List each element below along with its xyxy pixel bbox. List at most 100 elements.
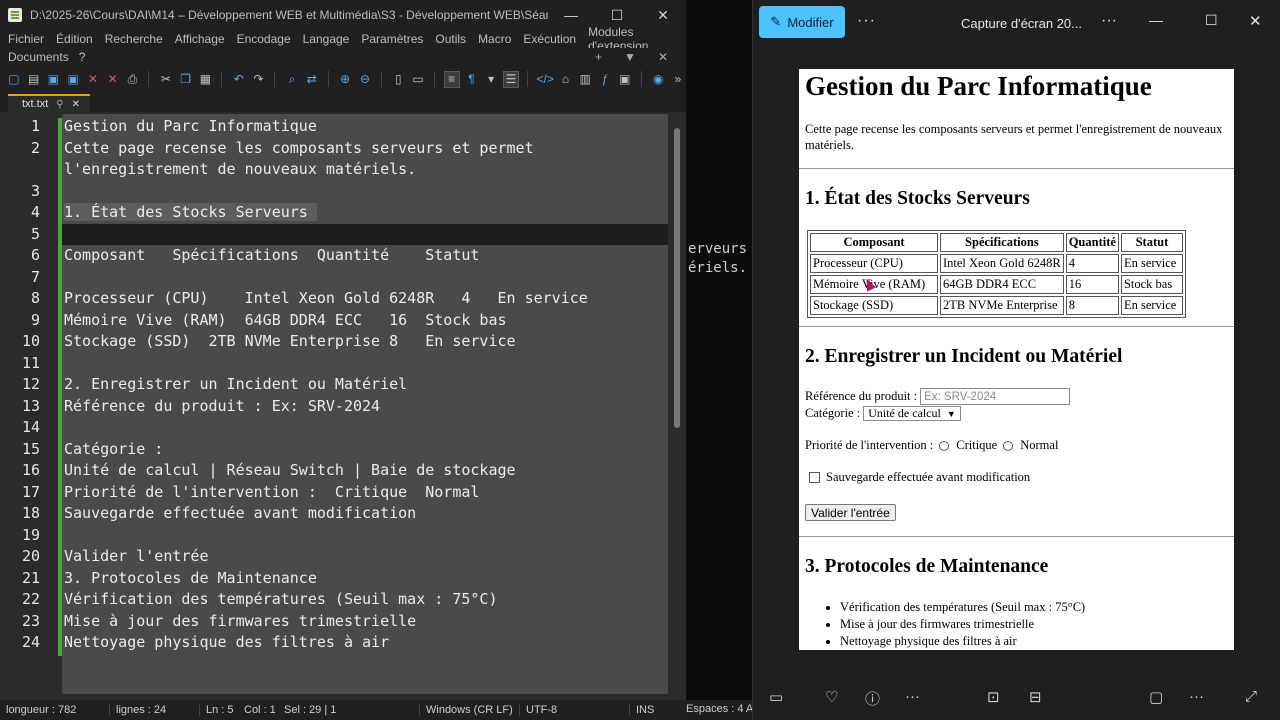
menu-recherche[interactable]: Recherche — [105, 32, 163, 46]
indent-guide-icon[interactable]: ☰ — [503, 70, 519, 88]
indent-dropdown-icon[interactable]: ▾ — [483, 71, 499, 88]
visual-search-icon[interactable]: ⊡ — [987, 688, 1000, 706]
table-header: Statut — [1120, 233, 1183, 252]
menu-outils[interactable]: Outils — [435, 32, 466, 46]
code-area[interactable]: Gestion du Parc Informatique Cette page r… — [62, 114, 668, 694]
toolbar-overflow-icon[interactable]: » — [670, 71, 686, 88]
maximize-button[interactable]: ☐ — [594, 7, 640, 24]
submit-button[interactable]: Valider l'entrée — [805, 504, 896, 521]
ref-field-row: Référence du produit : Ex: SRV-2024 — [805, 388, 1071, 405]
backup-checkbox[interactable] — [809, 472, 820, 483]
viewer-title: Capture d'écran 20... — [961, 16, 1082, 31]
new-file-icon[interactable]: ▢ — [6, 71, 22, 88]
paste-icon[interactable]: ▦ — [198, 71, 214, 88]
close-file-icon[interactable]: ✕ — [85, 71, 101, 88]
category-select[interactable]: Unité de calcul ▼ — [863, 406, 961, 421]
reference-input[interactable]: Ex: SRV-2024 — [920, 388, 1071, 405]
toolbar-separator — [274, 71, 280, 87]
close-doc-icon[interactable]: ✕ — [658, 50, 668, 64]
sync-horizontal-icon[interactable]: ▭ — [410, 71, 426, 88]
vertical-scrollbar[interactable] — [670, 114, 686, 694]
find-icon[interactable]: ⌕ — [284, 71, 300, 88]
line-number: 21 — [21, 568, 40, 587]
radio-critique[interactable] — [939, 440, 950, 451]
fullscreen-icon[interactable]: ⤢ — [1245, 688, 1257, 705]
notepad-title-bar: D:\2025-26\Cours\DAI\M14 – Développement… — [0, 0, 686, 30]
sync-vertical-icon[interactable]: ▯ — [390, 71, 406, 88]
menu-langage[interactable]: Langage — [303, 32, 350, 46]
table-header: Composant — [810, 233, 938, 252]
more-options-icon[interactable]: ··· — [857, 12, 876, 30]
save-icon[interactable]: ▣ — [46, 71, 62, 88]
menu-edition[interactable]: Édition — [56, 32, 93, 46]
menu-documents[interactable]: Documents — [8, 50, 69, 64]
line-number: 20 — [21, 547, 40, 565]
viewer-close-button[interactable]: ✕ — [1249, 12, 1262, 30]
minimize-button[interactable]: — — [548, 7, 594, 23]
text-extract-icon[interactable]: ⊟ — [1029, 688, 1042, 706]
divider — [799, 326, 1234, 327]
bottom-more-icon[interactable]: ··· — [905, 688, 920, 705]
cut-icon[interactable]: ✂ — [158, 71, 174, 88]
record-macro-icon[interactable]: ◉ — [650, 71, 666, 88]
scrollbar-thumb[interactable] — [674, 128, 680, 428]
zoom-more-icon[interactable]: ··· — [1189, 688, 1204, 705]
menu-help[interactable]: ? — [79, 50, 86, 64]
favorite-icon[interactable]: ♡ — [825, 688, 838, 706]
status-encoding[interactable]: UTF-8 — [520, 704, 630, 716]
copy-icon[interactable]: ❐ — [178, 71, 194, 88]
line-number: 11 — [21, 353, 40, 372]
status-eol[interactable]: Windows (CR LF) — [420, 704, 520, 716]
folder-workspace-icon[interactable]: ▥ — [577, 71, 593, 88]
monitor-icon[interactable]: ▣ — [617, 71, 633, 88]
undo-icon[interactable]: ↶ — [231, 71, 247, 88]
save-all-icon[interactable]: ▣ — [65, 71, 81, 88]
status-mode: INS — [636, 704, 655, 716]
line-number: 5 — [30, 224, 40, 243]
zoom-in-icon[interactable]: ⊕ — [337, 71, 353, 88]
viewer-maximize-button[interactable]: ☐ — [1205, 12, 1218, 29]
menu-execution[interactable]: Exécution — [523, 32, 576, 46]
title-more-icon[interactable]: ··· — [1101, 12, 1117, 30]
line-number: 19 — [21, 525, 40, 544]
fit-window-icon[interactable]: ▢ — [1149, 688, 1163, 706]
page-title: Gestion du Parc Informatique — [805, 71, 1152, 101]
doc-map-icon[interactable]: ⌂ — [558, 71, 574, 88]
close-button[interactable]: ✕ — [640, 7, 686, 24]
open-file-icon[interactable]: ▤ — [26, 71, 42, 88]
menu-affichage[interactable]: Affichage — [175, 32, 225, 46]
pin-icon[interactable]: ⚲ — [56, 99, 63, 110]
code-line: Référence du produit : Ex: SRV-2024 — [64, 396, 381, 415]
line-number: 10 — [21, 332, 40, 350]
function-list-icon[interactable]: ƒ — [597, 71, 613, 88]
new-tab-icon[interactable]: + — [595, 50, 602, 64]
info-icon[interactable]: ⓘ — [865, 688, 880, 709]
menu-parametres[interactable]: Paramètres — [361, 32, 423, 46]
menu-macro[interactable]: Macro — [478, 32, 511, 46]
replace-icon[interactable]: ⇄ — [304, 71, 320, 88]
redo-icon[interactable]: ↷ — [251, 71, 267, 88]
print-icon[interactable]: ⎙ — [125, 71, 141, 88]
line-number: 13 — [21, 396, 40, 415]
notepad-editor[interactable]: 1 2 3 4 5 6 7 8 9 10 11 12 13 14 15 16 17 18 19 20 21 22 23 24 … — [0, 114, 686, 700]
show-all-chars-icon[interactable]: ¶ — [464, 71, 480, 88]
status-length: longueur : 782 — [0, 704, 110, 716]
notepad-status-bar: longueur : 782 lignes : 24 Ln : 5 Col : … — [0, 700, 686, 720]
menu-fichier[interactable]: Fichier — [8, 32, 44, 46]
word-wrap-icon[interactable]: ≡ — [443, 70, 460, 88]
viewer-minimize-button[interactable]: — — [1149, 12, 1163, 28]
filmstrip-icon[interactable]: ▭ — [769, 688, 783, 706]
radio-normal[interactable] — [1003, 440, 1014, 451]
table-cell: Stockage (SSD) — [810, 296, 938, 315]
tab-list-icon[interactable]: ▼ — [624, 50, 636, 64]
line-number: 17 — [21, 482, 40, 501]
zoom-out-icon[interactable]: ⊖ — [357, 71, 373, 88]
edit-button[interactable]: ✎ Modifier — [759, 6, 845, 38]
line-number: 4 — [30, 203, 40, 221]
close-all-icon[interactable]: ✕ — [105, 71, 121, 88]
menu-encodage[interactable]: Encodage — [237, 32, 291, 46]
tab-txt[interactable]: txt.txt ⚲ ✕ — [8, 94, 90, 112]
lang-icon[interactable]: </> — [536, 71, 553, 88]
tab-close-icon[interactable]: ✕ — [72, 99, 80, 110]
code-line: 3. Protocoles de Maintenance — [64, 568, 317, 587]
